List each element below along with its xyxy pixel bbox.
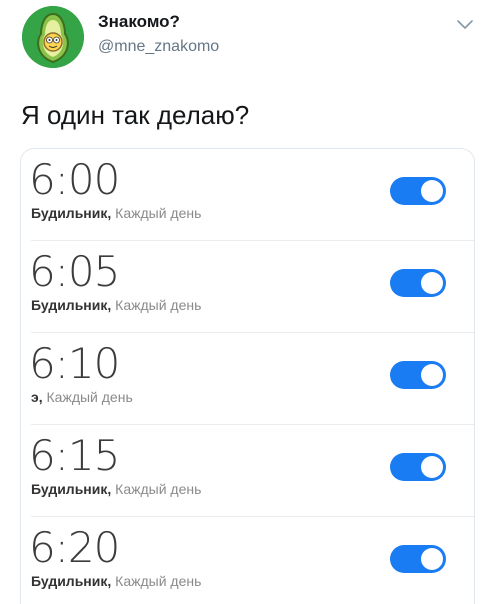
avocado-avatar-icon (22, 6, 84, 68)
alarm-time: 6:05 (29, 247, 120, 296)
alarm-subtitle: Будильник, Каждый день (31, 297, 201, 313)
alarm-label: Будильник, (31, 297, 112, 313)
alarm-repeat: Каждый день (115, 205, 202, 221)
alarm-row[interactable]: 6:15 Будильник, Каждый день (21, 425, 474, 517)
toggle-knob (421, 548, 443, 570)
author-name[interactable]: Знакомо? (98, 12, 180, 32)
alarm-subtitle: Будильник, Каждый день (31, 205, 201, 221)
alarm-repeat: Каждый день (115, 297, 202, 313)
alarm-label: Будильник, (31, 573, 112, 589)
alarm-toggle[interactable] (390, 453, 446, 481)
alarm-subtitle: Будильник, Каждый день (31, 481, 201, 497)
alarm-toggle[interactable] (390, 361, 446, 389)
alarm-row[interactable]: 6:05 Будильник, Каждый день (21, 241, 474, 333)
alarm-list-image: 6:00 Будильник, Каждый день 6:05 Будильн… (20, 148, 475, 604)
alarm-time: 6:00 (29, 155, 120, 204)
alarm-label: э, (31, 389, 43, 405)
alarm-subtitle: э, Каждый день (31, 389, 133, 405)
tweet-header: Знакомо? @mne_znakomo (0, 0, 496, 80)
toggle-knob (421, 272, 443, 294)
alarm-row[interactable]: 6:00 Будильник, Каждый день (21, 149, 474, 241)
toggle-knob (421, 180, 443, 202)
tweet-text: Я один так делаю? (21, 100, 250, 130)
alarm-repeat: Каждый день (115, 573, 202, 589)
alarm-toggle[interactable] (390, 545, 446, 573)
alarm-time: 6:20 (29, 523, 120, 572)
alarm-row[interactable]: 6:10 э, Каждый день (21, 333, 474, 425)
avatar[interactable] (22, 6, 84, 68)
toggle-knob (421, 456, 443, 478)
chevron-down-icon[interactable] (456, 18, 474, 32)
alarm-repeat: Каждый день (46, 389, 133, 405)
alarm-label: Будильник, (31, 481, 112, 497)
alarm-time: 6:10 (29, 339, 120, 388)
alarm-time: 6:15 (29, 431, 120, 480)
author-handle[interactable]: @mne_znakomo (98, 38, 219, 56)
alarm-label: Будильник, (31, 205, 112, 221)
alarm-row[interactable]: 6:20 Будильник, Каждый день (21, 517, 474, 604)
alarm-subtitle: Будильник, Каждый день (31, 573, 201, 589)
alarm-toggle[interactable] (390, 269, 446, 297)
toggle-knob (421, 364, 443, 386)
alarm-toggle[interactable] (390, 177, 446, 205)
alarm-repeat: Каждый день (115, 481, 202, 497)
